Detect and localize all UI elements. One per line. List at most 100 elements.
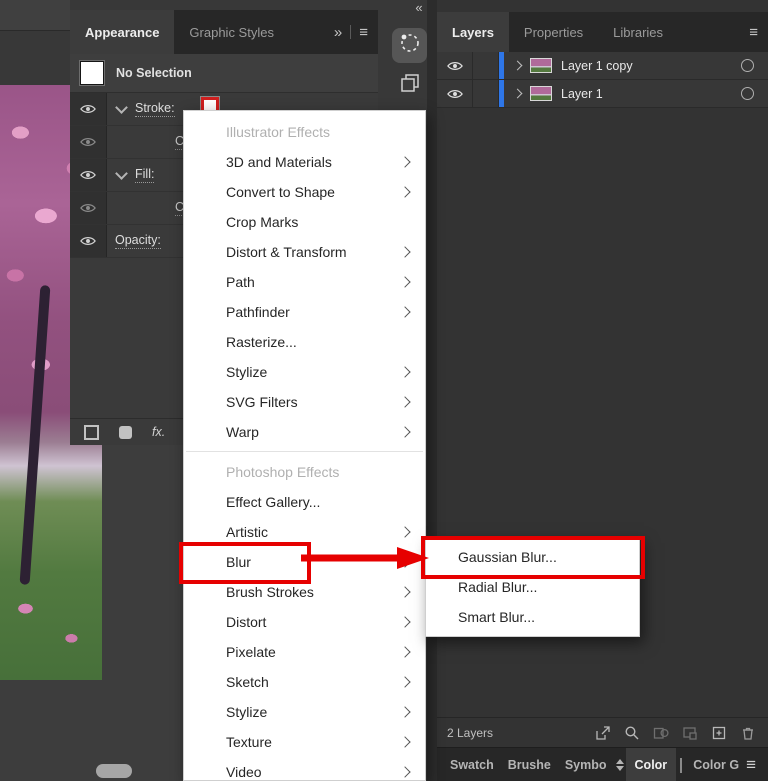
locate-object-icon[interactable] bbox=[624, 725, 640, 741]
submenu-chevron-icon bbox=[399, 676, 411, 688]
menu-item-stylize-photoshop[interactable]: Stylize bbox=[184, 697, 425, 727]
current-color-swatch[interactable] bbox=[680, 757, 683, 773]
menu-item-warp[interactable]: Warp bbox=[184, 417, 425, 447]
visibility-toggle[interactable] bbox=[70, 93, 107, 125]
submenu-chevron-icon bbox=[399, 736, 411, 748]
collapsed-panel-button-1[interactable] bbox=[392, 28, 427, 63]
dock-tabbar: Layers Properties Libraries ≡ bbox=[437, 12, 768, 52]
menu-item-pathfinder[interactable]: Pathfinder bbox=[184, 297, 425, 327]
panel-overflow-icon[interactable]: » bbox=[334, 24, 342, 41]
tab-color[interactable]: Color bbox=[625, 748, 677, 781]
panel-menu-icon[interactable]: ≡ bbox=[749, 24, 758, 41]
target-circle-icon[interactable] bbox=[741, 87, 754, 100]
menu-item-label: Path bbox=[226, 274, 255, 290]
visibility-toggle[interactable] bbox=[70, 126, 107, 158]
menu-item-label: Effect Gallery... bbox=[226, 494, 321, 510]
stroke-label[interactable]: Stroke: bbox=[135, 101, 175, 117]
tab-brushes[interactable]: Brushe bbox=[501, 758, 558, 772]
tab-graphic-styles[interactable]: Graphic Styles bbox=[174, 10, 289, 54]
submenu-chevron-icon bbox=[399, 156, 411, 168]
menu-item-video[interactable]: Video bbox=[184, 757, 425, 781]
menu-item-label: Stylize bbox=[226, 704, 268, 720]
fill-label[interactable]: Fill: bbox=[135, 167, 155, 183]
tab-swatches[interactable]: Swatch bbox=[443, 758, 501, 772]
menu-item-label: Brush Strokes bbox=[226, 584, 314, 600]
menu-item-distort-transform[interactable]: Distort & Transform bbox=[184, 237, 425, 267]
make-clipping-mask-icon[interactable] bbox=[653, 725, 669, 741]
expand-layer-chevron[interactable] bbox=[504, 88, 530, 99]
sort-arrows-icon[interactable] bbox=[615, 759, 624, 771]
submenu-chevron-icon bbox=[399, 186, 411, 198]
layers-list: Layer 1 copy Layer 1 bbox=[437, 52, 768, 108]
menu-item-sketch[interactable]: Sketch bbox=[184, 667, 425, 697]
tab-properties[interactable]: Properties bbox=[509, 12, 598, 52]
new-sublayer-icon[interactable] bbox=[682, 725, 698, 741]
chevron-right-icon bbox=[512, 88, 522, 99]
layer-count-label: 2 Layers bbox=[447, 726, 494, 740]
menu-section-header: Photoshop Effects bbox=[226, 464, 340, 480]
collect-for-export-icon[interactable] bbox=[595, 725, 611, 741]
delete-layer-icon[interactable] bbox=[740, 725, 756, 741]
menu-item-svg-filters[interactable]: SVG Filters bbox=[184, 387, 425, 417]
add-effect-button[interactable]: fx. bbox=[152, 425, 165, 439]
menu-item-label: Texture bbox=[226, 734, 272, 750]
opacity-label[interactable]: Opacity: bbox=[115, 233, 161, 249]
visibility-toggle[interactable] bbox=[70, 159, 107, 191]
visibility-toggle[interactable] bbox=[437, 52, 473, 79]
layer-row[interactable]: Layer 1 copy bbox=[437, 52, 768, 80]
tab-color-label: Color bbox=[634, 758, 668, 772]
menu-item-label: Distort bbox=[226, 614, 267, 630]
add-new-fill-icon[interactable] bbox=[119, 425, 132, 439]
add-new-stroke-icon[interactable] bbox=[84, 424, 99, 440]
layer-thumbnail[interactable] bbox=[530, 86, 552, 101]
lock-toggle[interactable] bbox=[473, 52, 499, 79]
expand-layer-chevron[interactable] bbox=[504, 60, 530, 71]
tab-libraries[interactable]: Libraries bbox=[598, 12, 678, 52]
visibility-toggle[interactable] bbox=[70, 225, 107, 257]
pasteboard bbox=[102, 445, 183, 781]
highlight-box-blur bbox=[179, 542, 311, 584]
menu-item-convert-to-shape[interactable]: Convert to Shape bbox=[184, 177, 425, 207]
panel-menu-icon[interactable]: ≡ bbox=[746, 755, 768, 775]
collapsed-panel-button-2[interactable] bbox=[395, 70, 425, 100]
eye-icon bbox=[80, 237, 96, 245]
menu-item-path[interactable]: Path bbox=[184, 267, 425, 297]
menu-item-texture[interactable]: Texture bbox=[184, 727, 425, 757]
eye-icon bbox=[80, 204, 96, 212]
menu-item-label: Video bbox=[226, 764, 262, 780]
menu-item-3d-and-materials[interactable]: 3D and Materials bbox=[184, 147, 425, 177]
eye-icon bbox=[446, 89, 463, 98]
tab-symbols[interactable]: Symbo bbox=[558, 758, 614, 772]
scrollbar-thumb[interactable] bbox=[96, 764, 132, 778]
menu-item-rasterize[interactable]: Rasterize... bbox=[184, 327, 425, 357]
target-circle-icon[interactable] bbox=[741, 59, 754, 72]
annotation-arrow-icon bbox=[299, 545, 433, 576]
eye-icon bbox=[80, 171, 96, 179]
menu-separator bbox=[186, 451, 423, 452]
effect-menu: Illustrator Effects 3D and Materials Con… bbox=[183, 110, 426, 781]
menu-item-effect-gallery[interactable]: Effect Gallery... bbox=[184, 487, 425, 517]
layer-thumbnail[interactable] bbox=[530, 58, 552, 73]
chevron-down-icon[interactable] bbox=[115, 100, 128, 114]
tab-appearance[interactable]: Appearance bbox=[70, 10, 175, 54]
lock-toggle[interactable] bbox=[473, 80, 499, 107]
layer-name[interactable]: Layer 1 bbox=[561, 87, 603, 101]
submenu-chevron-icon bbox=[399, 396, 411, 408]
menu-item-crop-marks[interactable]: Crop Marks bbox=[184, 207, 425, 237]
new-layer-icon[interactable] bbox=[711, 725, 727, 741]
visibility-toggle[interactable] bbox=[70, 192, 107, 224]
visibility-toggle[interactable] bbox=[437, 80, 473, 107]
chevron-down-icon[interactable] bbox=[115, 166, 128, 180]
tab-color-guide[interactable]: Color G bbox=[686, 758, 746, 772]
menu-item-stylize-illustrator[interactable]: Stylize bbox=[184, 357, 425, 387]
panel-menu-icon[interactable]: ≡ bbox=[359, 24, 368, 41]
menu-item-pixelate[interactable]: Pixelate bbox=[184, 637, 425, 667]
tab-layers[interactable]: Layers bbox=[437, 12, 509, 52]
layer-name[interactable]: Layer 1 copy bbox=[561, 59, 633, 73]
menu-item-label: 3D and Materials bbox=[226, 154, 332, 170]
menu-item-label: Crop Marks bbox=[226, 214, 299, 230]
illustrator-window: « Appearance Graphic Styles » ≡ No Selec… bbox=[0, 0, 768, 781]
layer-row[interactable]: Layer 1 bbox=[437, 80, 768, 108]
menu-item-distort[interactable]: Distort bbox=[184, 607, 425, 637]
menu-item-smart-blur[interactable]: Smart Blur... bbox=[426, 602, 639, 632]
